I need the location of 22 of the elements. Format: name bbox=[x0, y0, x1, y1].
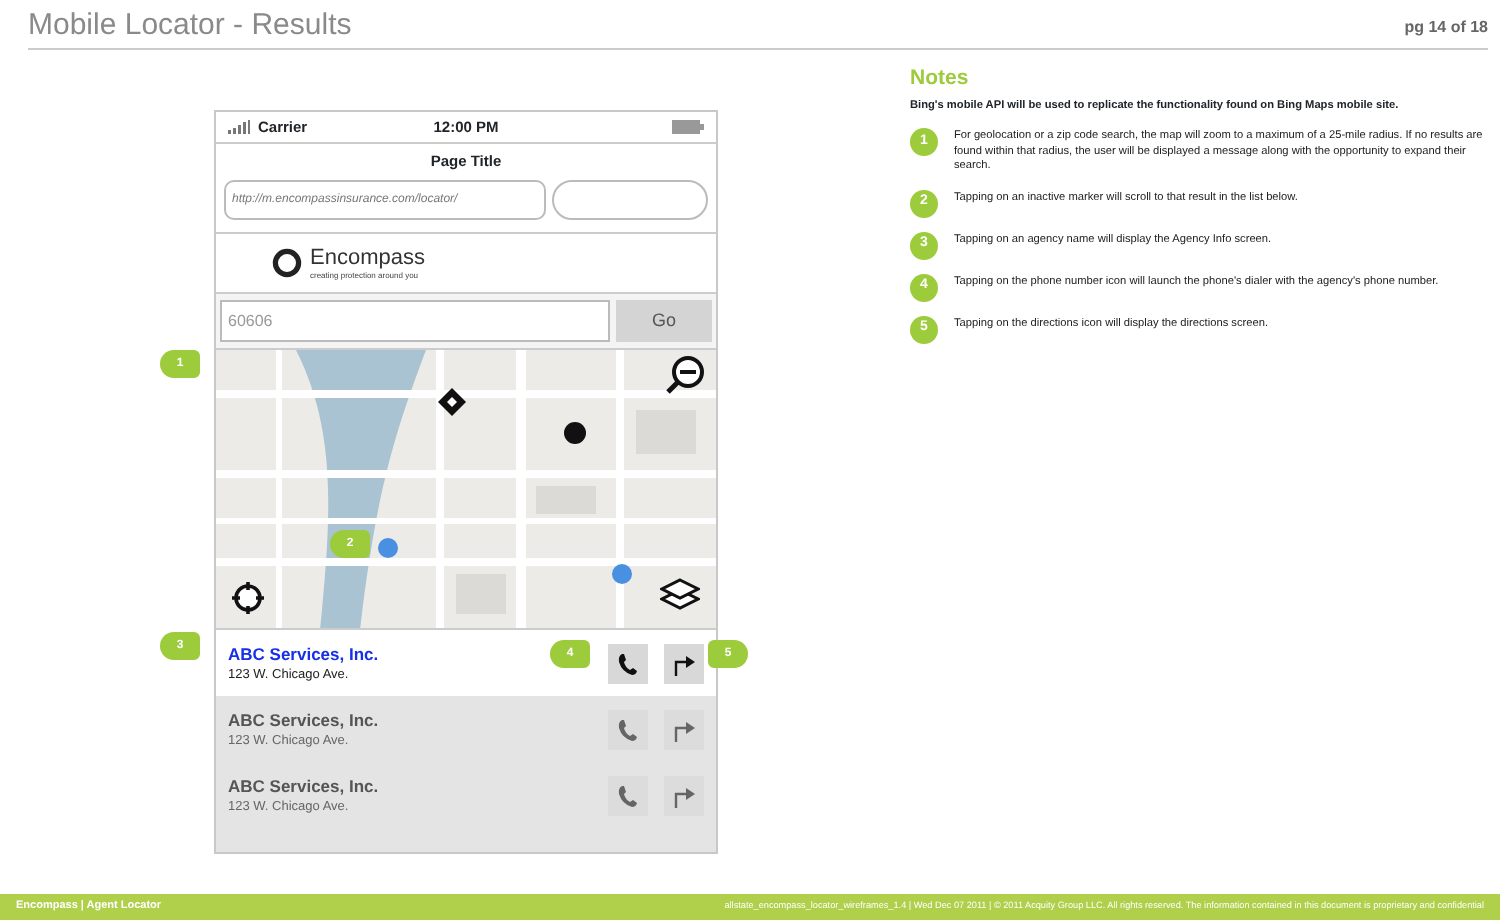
go-button[interactable]: Go bbox=[616, 300, 712, 343]
agency-name[interactable]: ABC Services, Inc. bbox=[228, 775, 379, 798]
active-marker-icon[interactable] bbox=[564, 422, 586, 445]
call-button[interactable] bbox=[608, 643, 648, 684]
diamond-marker-icon[interactable] bbox=[436, 386, 468, 419]
phone-icon bbox=[614, 715, 642, 744]
directions-button[interactable] bbox=[664, 643, 704, 684]
zoom-out-icon[interactable] bbox=[666, 354, 706, 395]
phone-icon bbox=[614, 781, 642, 810]
locate-icon[interactable] bbox=[232, 582, 264, 615]
ring-logo-icon bbox=[272, 248, 302, 279]
layers-icon[interactable] bbox=[660, 578, 700, 613]
logo-name: Encompass bbox=[310, 247, 425, 270]
search-field[interactable] bbox=[552, 180, 708, 221]
page-title: Mobile Locator - Results bbox=[28, 8, 352, 46]
notes-title: Notes bbox=[910, 64, 971, 92]
phone-icon bbox=[614, 649, 642, 678]
page-number: pg 14 of 18 bbox=[1404, 16, 1488, 40]
agency-name[interactable]: ABC Services, Inc. bbox=[228, 643, 379, 666]
agency-name[interactable]: ABC Services, Inc. bbox=[228, 709, 379, 732]
signal-icon bbox=[228, 120, 250, 134]
battery-icon bbox=[672, 120, 704, 134]
